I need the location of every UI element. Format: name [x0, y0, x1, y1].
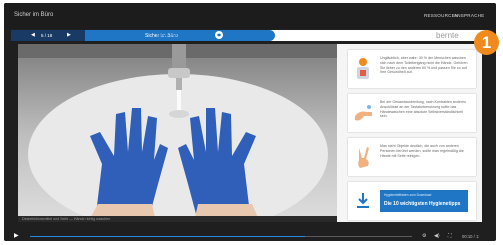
peace-hand-icon	[358, 147, 369, 168]
download-title: Die 10 wichtigsten Hygienetipps	[384, 201, 461, 207]
app-window: Sicher im Büro RESSOURCEN ANSPRACHE ◀ 5 …	[4, 3, 496, 241]
next-step-button[interactable]: ▶	[67, 32, 71, 38]
video-frame	[18, 44, 337, 222]
info-card-text: Man sieht Objekte deutlich, die auch von…	[380, 144, 464, 158]
contact-link[interactable]: ANSPRACHE	[454, 13, 484, 18]
person-icon	[357, 58, 369, 79]
video-player[interactable]: Desinfektionsmittel und Seife — Hände ri…	[18, 44, 337, 222]
fullscreen-icon[interactable]: ⛶	[448, 233, 452, 239]
previous-step-button[interactable]: ◀	[31, 32, 35, 38]
download-card[interactable]: Hygieneleitfaden zum Download Die 10 wic…	[348, 182, 476, 220]
settings-icon[interactable]: ⚙	[422, 233, 426, 239]
step-bar: ◀ 5 / 18 ▶ Sicher im Büro Handhygiene be…	[11, 30, 488, 41]
brand-logo: bernte	[436, 31, 459, 40]
video-controls: ▶ ⚙ ◀) ⛶ 00:10 / 1:	[4, 231, 496, 241]
info-card-text: Ungläublich, aber wahr: 40 % der Mensche…	[380, 56, 468, 75]
step-number: 1	[481, 33, 492, 52]
topic-title: Handhygiene	[157, 33, 186, 38]
video-progress-fill	[30, 235, 306, 237]
video-time: 00:10 / 1:	[462, 233, 480, 239]
info-card-text: Bei der Gesamtausbreitung, nach Kontrakt…	[380, 100, 467, 119]
download-subtitle: Hygieneleitfaden zum Download	[384, 193, 432, 197]
app-title: Sicher im Büro	[14, 12, 54, 18]
info-card: Bei der Gesamtausbreitung, nach Kontrakt…	[348, 94, 476, 132]
info-card: Man sieht Objekte deutlich, die auch von…	[348, 138, 476, 176]
step-number-badge: 1	[474, 30, 499, 55]
play-button[interactable]: ▶	[14, 232, 19, 239]
lesson-content: Desinfektionsmittel und Seife — Hände ri…	[18, 44, 482, 222]
hand-wash-icon	[355, 105, 372, 121]
topic-icon	[215, 31, 223, 39]
download-banner[interactable]: Hygieneleitfaden zum Download Die 10 wic…	[380, 190, 468, 212]
step-navigation: ◀ 5 / 18 ▶	[11, 30, 85, 41]
step-counter: 5 / 18	[41, 33, 53, 38]
video-progress-bar[interactable]	[30, 235, 412, 237]
download-icon	[357, 193, 369, 208]
volume-icon[interactable]: ◀)	[434, 233, 440, 239]
video-caption: Desinfektionsmittel und Seife — Hände ri…	[22, 217, 111, 221]
info-card: Ungläublich, aber wahr: 40 % der Mensche…	[348, 50, 476, 88]
title-bar: Sicher im Büro RESSOURCEN ANSPRACHE	[4, 3, 496, 29]
video-caption-strip: Desinfektionsmittel und Seife — Hände ri…	[18, 216, 337, 222]
